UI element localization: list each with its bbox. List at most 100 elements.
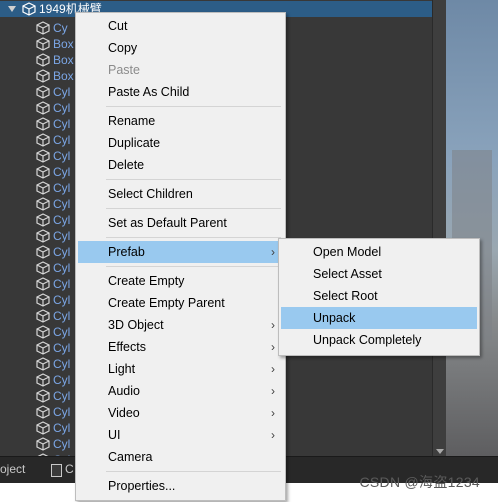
prefab-cube-icon [36, 357, 50, 371]
menu-item-copy[interactable]: Copy [78, 37, 283, 59]
prefab-cube-icon [36, 37, 50, 51]
prefab-cube-icon [36, 309, 50, 323]
menu-item-duplicate[interactable]: Duplicate [78, 132, 283, 154]
menu-item-3d-object[interactable]: 3D Object › [78, 314, 283, 336]
prefab-cube-icon [36, 197, 50, 211]
menu-item-paste[interactable]: Paste [78, 59, 283, 81]
hierarchy-row-label: Cyl [53, 261, 71, 275]
menu-separator [106, 208, 281, 209]
menu-item-rename[interactable]: Rename [78, 110, 283, 132]
hierarchy-row-label: Cyl [53, 213, 71, 227]
menu-item-audio[interactable]: Audio › [78, 380, 283, 402]
menu-item-delete[interactable]: Delete [78, 154, 283, 176]
hierarchy-row-label: Cyl [53, 197, 71, 211]
hierarchy-row-label: Cy [53, 21, 68, 35]
submenu-item-label: Open Model [313, 245, 382, 259]
prefab-cube-icon [36, 373, 50, 387]
prefab-cube-icon [36, 421, 50, 435]
watermark: CSDN @海盗1234 [359, 474, 480, 490]
menu-item-label: Select Children [108, 187, 193, 201]
menu-separator [106, 266, 281, 267]
prefab-cube-icon [36, 293, 50, 307]
hierarchy-row-label: Cyl [53, 277, 71, 291]
menu-item-camera[interactable]: Camera [78, 446, 283, 468]
menu-item-label: Effects [108, 340, 146, 354]
menu-item-prefab[interactable]: Prefab › [78, 241, 283, 263]
hierarchy-row-label: Cyl [53, 165, 71, 179]
chevron-right-icon: › [271, 340, 275, 354]
prefab-cube-icon [36, 53, 50, 67]
prefab-cube-icon [36, 165, 50, 179]
menu-item-cut[interactable]: Cut [78, 15, 283, 37]
chevron-right-icon: › [271, 362, 275, 376]
menu-item-label: Light [108, 362, 136, 376]
menu-item-label: Video [108, 406, 140, 420]
prefab-cube-icon [36, 261, 50, 275]
prefab-cube-icon [36, 389, 50, 403]
menu-item-label: UI [108, 428, 121, 442]
hierarchy-row-label: Cyl [53, 357, 71, 371]
menu-item-light[interactable]: Light › [78, 358, 283, 380]
menu-item-label: Paste As Child [108, 85, 190, 99]
prefab-cube-icon [36, 117, 50, 131]
hierarchy-row-label: Cyl [53, 181, 71, 195]
menu-separator [106, 471, 281, 472]
submenu-item-open-model[interactable]: Open Model [281, 241, 477, 263]
menu-item-video[interactable]: Video › [78, 402, 283, 424]
menu-item-properties[interactable]: Properties... [78, 475, 283, 497]
menu-item-label: Delete [108, 158, 145, 172]
console-icon [51, 464, 62, 477]
hierarchy-row-label: Cyl [53, 117, 71, 131]
hierarchy-row-label: Cyl [53, 341, 71, 355]
submenu-item-label: Unpack [313, 311, 356, 325]
prefab-cube-icon [36, 213, 50, 227]
hierarchy-row-label: Cyl [53, 293, 71, 307]
menu-item-label: Duplicate [108, 136, 161, 150]
hierarchy-row-label: Cyl [53, 85, 71, 99]
hierarchy-row-label: Cyl [53, 309, 71, 323]
hierarchy-row-label: Cyl [53, 405, 71, 419]
prefab-cube-icon [36, 85, 50, 99]
prefab-cube-icon [36, 325, 50, 339]
submenu-item-unpack[interactable]: Unpack [281, 307, 477, 329]
hierarchy-row-label: Cyl [53, 245, 71, 259]
submenu-item-unpack-completely[interactable]: Unpack Completely [281, 329, 477, 351]
menu-item-create-empty-parent[interactable]: Create Empty Parent [78, 292, 283, 314]
prefab-cube-icon [36, 229, 50, 243]
menu-separator [106, 179, 281, 180]
chevron-right-icon: › [271, 384, 275, 398]
menu-item-paste-as-child[interactable]: Paste As Child [78, 81, 283, 103]
menu-item-label: Prefab [108, 245, 145, 259]
menu-item-ui[interactable]: UI › [78, 424, 283, 446]
submenu-item-select-root[interactable]: Select Root [281, 285, 477, 307]
menu-item-effects[interactable]: Effects › [78, 336, 283, 358]
prefab-cube-icon [36, 149, 50, 163]
prefab-cube-icon [36, 341, 50, 355]
menu-item-create-empty[interactable]: Create Empty [78, 270, 283, 292]
prefab-cube-icon [36, 69, 50, 83]
prefab-submenu: Open Model Select Asset Select Root Unpack U… [278, 238, 480, 356]
prefab-cube-icon [36, 277, 50, 291]
expand-arrow-icon[interactable] [8, 6, 16, 12]
menu-item-set-as-default-parent[interactable]: Set as Default Parent [78, 212, 283, 234]
tab-console[interactable]: C [65, 462, 74, 476]
tab-project[interactable]: oject [0, 462, 25, 476]
menu-item-label: Rename [108, 114, 156, 128]
scroll-down-arrow-icon[interactable] [436, 449, 444, 454]
menu-item-label: Cut [108, 19, 128, 33]
menu-item-label: Audio [108, 384, 140, 398]
menu-item-label: Create Empty Parent [108, 296, 225, 310]
submenu-item-select-asset[interactable]: Select Asset [281, 263, 477, 285]
submenu-item-label: Unpack Completely [313, 333, 422, 347]
prefab-cube-icon [36, 437, 50, 451]
hierarchy-row-label: Cyl [53, 373, 71, 387]
menu-item-select-children[interactable]: Select Children [78, 183, 283, 205]
menu-item-label: Copy [108, 41, 138, 55]
hierarchy-scrollbar[interactable] [432, 0, 447, 456]
chevron-right-icon: › [271, 318, 275, 332]
scene-view[interactable] [446, 0, 498, 456]
hierarchy-row-label: Cyl [53, 437, 71, 451]
prefab-cube-icon [36, 405, 50, 419]
prefab-cube-icon [36, 181, 50, 195]
hierarchy-row-label: Cyl [53, 101, 71, 115]
